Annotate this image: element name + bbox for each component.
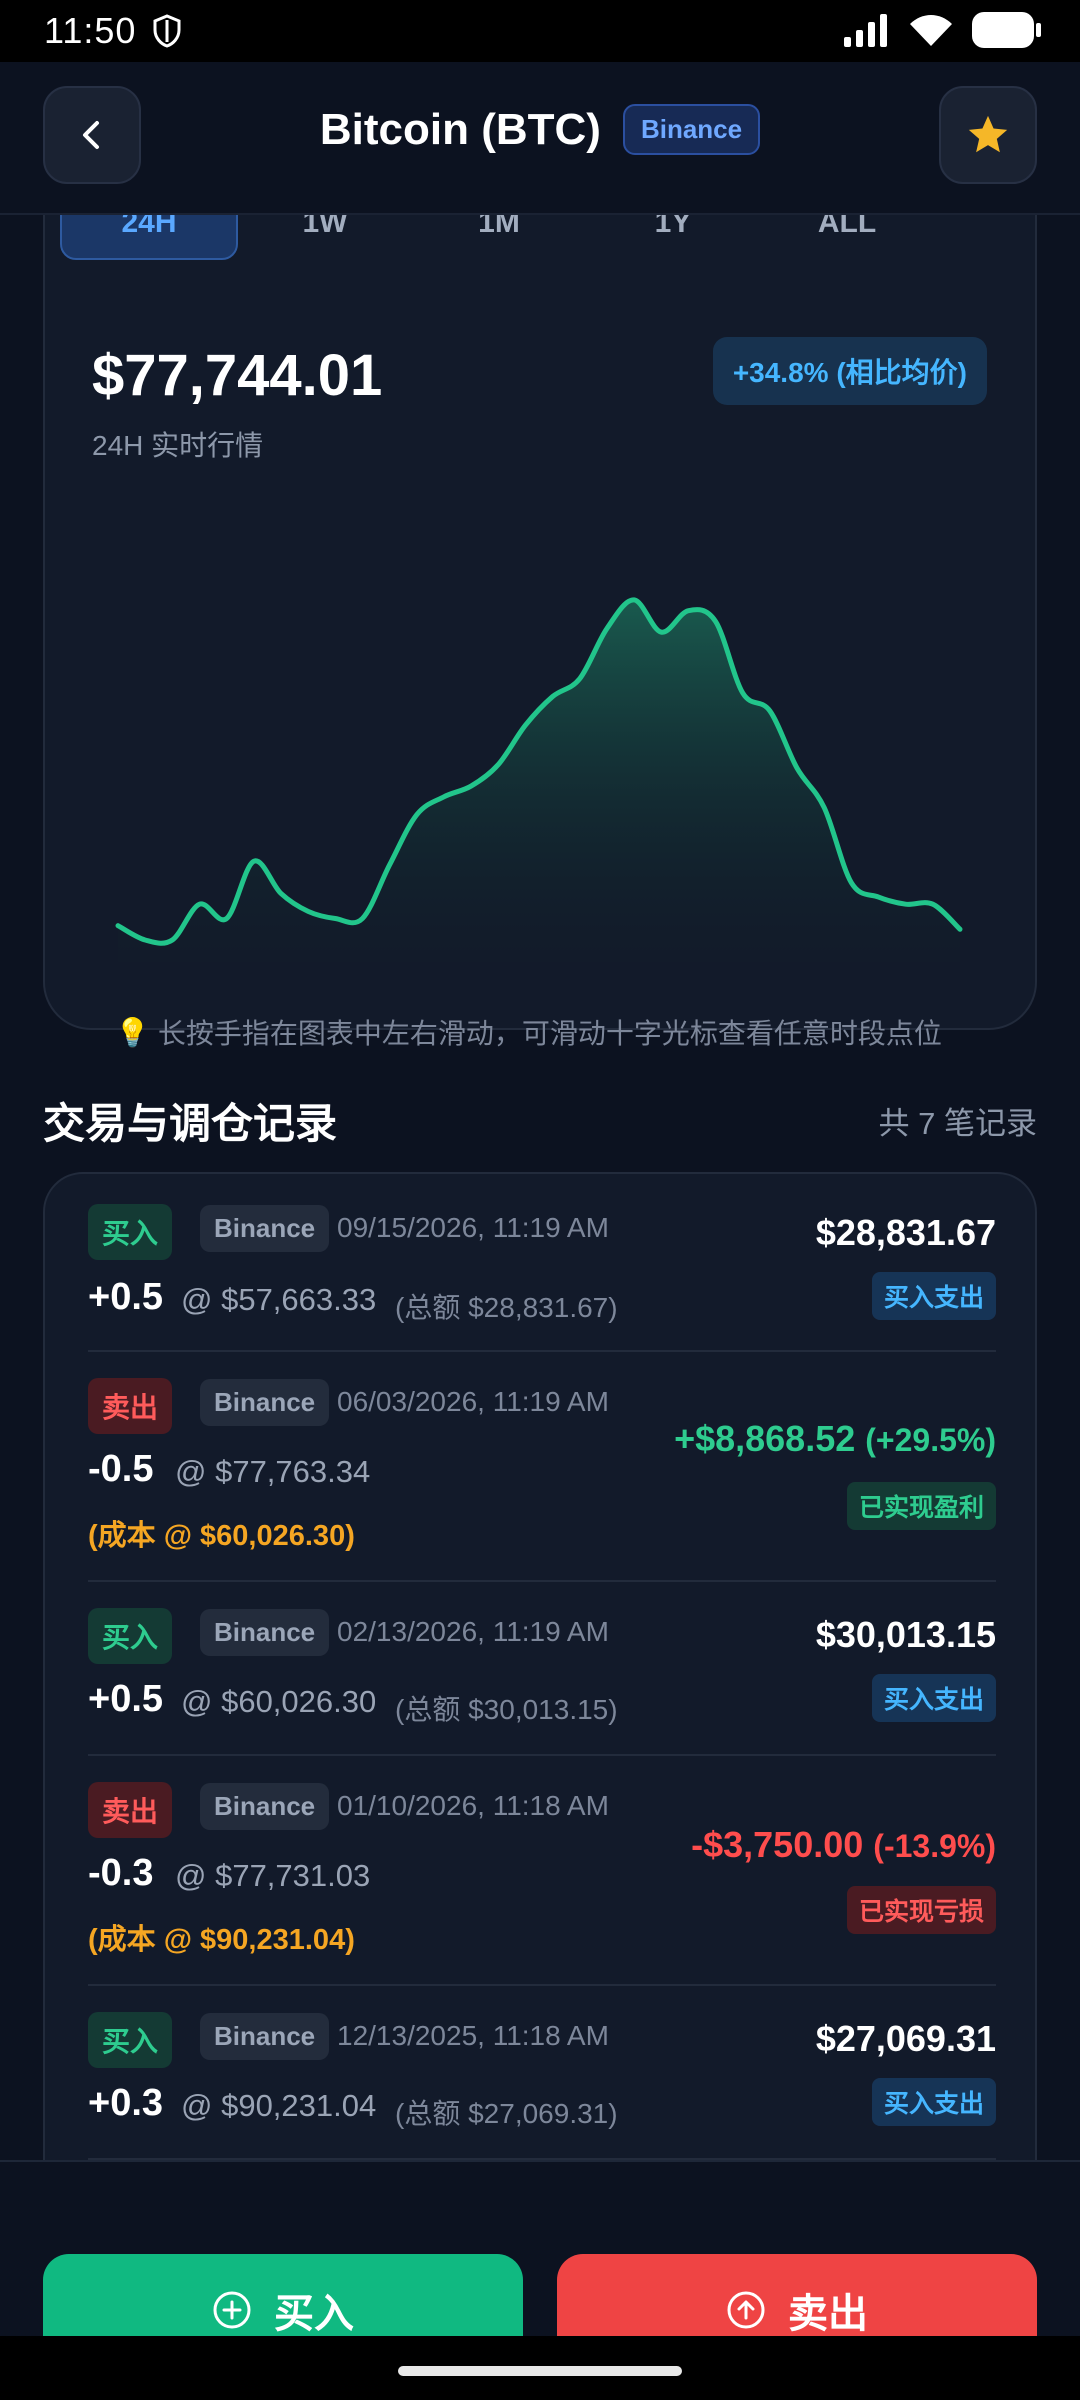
chart-area-fill xyxy=(118,599,960,962)
arrow-up-circle-icon xyxy=(727,2291,765,2329)
wifi-icon xyxy=(910,15,952,46)
app-screen: 24H 1W 1M 1Y ALL $77,744.01 24H 实时行情 +34… xyxy=(0,62,1080,2336)
battery-icon xyxy=(972,12,1041,48)
trade-quantity: +0.3 xyxy=(88,2082,164,2124)
trades-section-title: 交易与调仓记录 xyxy=(43,1100,338,1147)
trade-price: @ $60,026.30 xyxy=(181,1684,377,1719)
trade-result-badge: 已实现亏损 xyxy=(846,1886,996,1934)
chart-hint: 💡 长按手指在图表中左右滑动，可滑动十字光标查看任意时段点位 xyxy=(115,1012,942,1052)
trade-type-tag: 卖出 xyxy=(88,1782,173,1838)
status-bar: 11:50 xyxy=(0,0,1080,62)
trade-row[interactable]: 买入 Binance 02/13/2026, 11:19 AM +0.5 @ $… xyxy=(45,1582,1039,1754)
trade-amount-pct: (+29.5%) xyxy=(865,1422,996,1458)
trade-type-tag: 买入 xyxy=(88,2012,173,2068)
trade-cost: (成本 @ $90,231.04) xyxy=(88,1924,355,1956)
trade-amount: -$3,750.00 (-13.9%) xyxy=(691,1824,996,1866)
trade-amount: $30,013.15 xyxy=(815,1614,996,1655)
trade-amount: $27,069.31 xyxy=(815,2018,996,2059)
trade-date: 09/15/2026, 11:19 AM xyxy=(337,1212,609,1243)
trade-quantity: -0.5 xyxy=(88,1448,154,1490)
trade-type-tag: 买入 xyxy=(88,1608,173,1664)
status-time: 11:50 xyxy=(44,10,137,51)
lightbulb-icon: 💡 xyxy=(115,1016,150,1048)
trade-date: 06/03/2026, 11:19 AM xyxy=(337,1386,609,1417)
trade-exchange: Binance xyxy=(200,1783,330,1830)
bottom-action-bar: 买入 卖出 xyxy=(0,2160,1080,2336)
header-title-group: Bitcoin (BTC) Binance xyxy=(0,104,1080,155)
app-header: Bitcoin (BTC) Binance xyxy=(0,62,1080,215)
trade-amount-pct: (-13.9%) xyxy=(873,1828,996,1864)
trade-total: (总额 $27,069.31) xyxy=(395,2098,618,2129)
trade-total: (总额 $30,013.15) xyxy=(395,1694,618,1725)
trade-exchange: Binance xyxy=(200,1205,330,1252)
trade-quantity: +0.5 xyxy=(88,1276,164,1318)
trade-result-badge: 买入支出 xyxy=(871,2078,996,2126)
trade-amount-value: -$3,750.00 xyxy=(691,1824,864,1865)
exchange-badge: Binance xyxy=(622,104,761,155)
system-nav-bar xyxy=(0,2336,1080,2400)
trade-result-badge: 买入支出 xyxy=(871,1674,996,1722)
plus-circle-icon xyxy=(213,2291,251,2329)
trades-count: 共 7 笔记录 xyxy=(878,1106,1037,1141)
trade-row[interactable]: 卖出 Binance 01/10/2026, 11:18 AM -0.3 @ $… xyxy=(45,1756,1039,1984)
star-icon xyxy=(968,115,1008,153)
sell-button[interactable]: 卖出 xyxy=(557,2254,1037,2336)
buy-button-label: 买入 xyxy=(274,2292,354,2336)
trade-price: @ $77,731.03 xyxy=(175,1858,371,1893)
sell-button-label: 卖出 xyxy=(788,2292,868,2336)
page-title: Bitcoin (BTC) xyxy=(319,104,601,154)
trade-date: 01/10/2026, 11:18 AM xyxy=(337,1790,609,1821)
signal-icon xyxy=(844,14,887,47)
trade-exchange: Binance xyxy=(200,1609,330,1656)
trade-result-badge: 买入支出 xyxy=(871,1272,996,1320)
trade-total: (总额 $28,831.67) xyxy=(395,1292,618,1323)
trade-type-tag: 卖出 xyxy=(88,1378,173,1434)
trade-exchange: Binance xyxy=(200,1379,330,1426)
trade-price: @ $77,763.34 xyxy=(175,1454,371,1489)
trade-quantity: -0.3 xyxy=(88,1852,154,1894)
favorite-button[interactable] xyxy=(939,86,1037,184)
trade-row[interactable]: 买入 Binance 12/13/2025, 11:18 AM +0.3 @ $… xyxy=(45,1986,1039,2158)
trade-quantity: +0.5 xyxy=(88,1678,164,1720)
trade-amount-value: +$8,868.52 xyxy=(674,1418,856,1459)
trade-date: 12/13/2025, 11:18 AM xyxy=(337,2020,609,2051)
buy-button[interactable]: 买入 xyxy=(43,2254,523,2336)
chart-hint-text: 长按手指在图表中左右滑动，可滑动十字光标查看任意时段点位 xyxy=(157,1018,942,1049)
trade-amount: +$8,868.52 (+29.5%) xyxy=(674,1418,996,1460)
trade-exchange: Binance xyxy=(200,2013,330,2060)
trade-row[interactable]: 买入 Binance 09/15/2026, 11:19 AM +0.5 @ $… xyxy=(45,1174,1039,1350)
trade-row[interactable]: 卖出 Binance 06/03/2026, 11:19 AM -0.5 @ $… xyxy=(45,1352,1039,1580)
shield-icon xyxy=(153,14,181,48)
trade-result-badge: 已实现盈利 xyxy=(846,1482,996,1530)
trade-cost: (成本 @ $60,026.30) xyxy=(88,1520,355,1552)
trade-price: @ $57,663.33 xyxy=(181,1282,377,1317)
trade-type-tag: 买入 xyxy=(88,1204,173,1260)
trade-date: 02/13/2026, 11:19 AM xyxy=(337,1616,609,1647)
trade-price: @ $90,231.04 xyxy=(181,2088,377,2123)
trade-amount: $28,831.67 xyxy=(815,1212,996,1253)
status-icons xyxy=(844,12,1042,48)
home-indicator[interactable] xyxy=(398,2366,682,2376)
